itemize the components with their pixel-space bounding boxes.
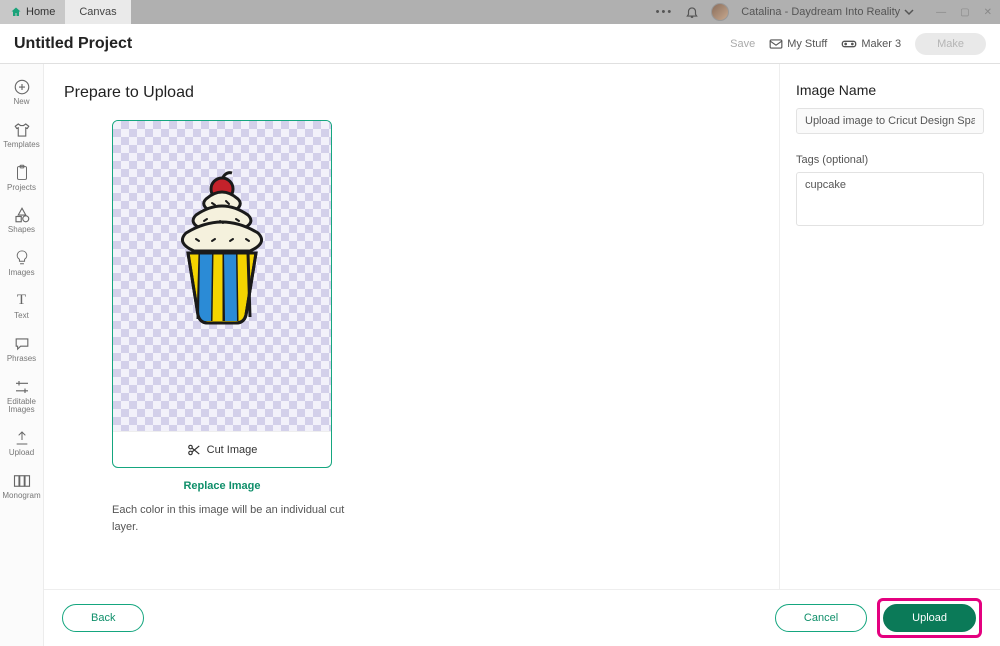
window-minimize-icon[interactable]: — xyxy=(936,7,946,18)
tab-home-label: Home xyxy=(26,6,55,18)
shapes-icon xyxy=(13,206,31,224)
cut-image-button[interactable]: Cut Image xyxy=(113,431,331,467)
save-button[interactable]: Save xyxy=(730,38,755,50)
project-title: Untitled Project xyxy=(14,35,132,53)
cancel-button[interactable]: Cancel xyxy=(775,604,867,632)
tags-input[interactable] xyxy=(796,172,984,226)
machine-icon xyxy=(841,38,857,50)
window-titlebar: Home Canvas ••• Catalina - Daydream Into… xyxy=(0,0,1000,24)
rail-phrases[interactable]: Phrases xyxy=(0,329,43,370)
sliders-icon xyxy=(13,378,31,396)
rail-upload[interactable]: Upload xyxy=(0,423,43,464)
machine-selector[interactable]: Maker 3 xyxy=(841,38,901,50)
user-label: Catalina - Daydream Into Reality xyxy=(741,6,900,18)
tab-home[interactable]: Home xyxy=(0,0,65,24)
tags-label: Tags (optional) xyxy=(796,154,984,166)
prepare-pane: Prepare to Upload xyxy=(44,64,780,589)
transparency-preview xyxy=(113,121,331,431)
rail-templates[interactable]: Templates xyxy=(0,115,43,156)
scissors-icon xyxy=(187,443,201,457)
page-heading: Prepare to Upload xyxy=(64,84,759,102)
footer-bar: Back Cancel Upload xyxy=(44,590,1000,646)
back-button[interactable]: Back xyxy=(62,604,144,632)
window-maximize-icon[interactable]: ▢ xyxy=(960,7,969,18)
chat-icon xyxy=(13,335,31,353)
more-icon[interactable]: ••• xyxy=(656,6,674,18)
rail-new[interactable]: New xyxy=(0,72,43,113)
make-button[interactable]: Make xyxy=(915,33,986,55)
upload-icon xyxy=(13,429,31,447)
mystuff-button[interactable]: My Stuff xyxy=(769,38,827,50)
image-name-input[interactable] xyxy=(796,108,984,134)
rail-images[interactable]: Images xyxy=(0,243,43,284)
replace-image-link[interactable]: Replace Image xyxy=(112,480,332,492)
upload-highlight: Upload xyxy=(877,598,982,638)
upload-button[interactable]: Upload xyxy=(883,604,976,632)
details-pane: Image Name Tags (optional) xyxy=(780,64,1000,589)
image-preview-card: Cut Image xyxy=(112,120,332,468)
tab-canvas-label: Canvas xyxy=(79,6,116,18)
bulb-icon xyxy=(13,249,31,267)
envelope-icon xyxy=(769,38,783,50)
tab-canvas[interactable]: Canvas xyxy=(65,0,130,24)
rail-text[interactable]: T Text xyxy=(0,286,43,327)
user-menu[interactable]: Catalina - Daydream Into Reality xyxy=(741,6,914,18)
avatar[interactable] xyxy=(711,3,729,21)
rail-editable-images[interactable]: Editable Images xyxy=(0,372,43,422)
rail-shapes[interactable]: Shapes xyxy=(0,200,43,241)
bell-icon[interactable] xyxy=(685,5,699,19)
chevron-down-icon xyxy=(904,7,914,17)
shirt-icon xyxy=(13,121,31,139)
tool-rail: New Templates Projects Shapes Images T T… xyxy=(0,64,44,646)
window-close-icon[interactable]: ✕ xyxy=(984,7,992,18)
layer-hint: Each color in this image will be an indi… xyxy=(112,502,372,535)
image-name-heading: Image Name xyxy=(796,82,984,98)
cupcake-image xyxy=(162,171,282,341)
rail-monogram[interactable]: Monogram xyxy=(0,466,43,507)
app-header: Untitled Project Save My Stuff Maker 3 M… xyxy=(0,24,1000,64)
rail-projects[interactable]: Projects xyxy=(0,158,43,199)
monogram-icon xyxy=(13,472,31,490)
clipboard-icon xyxy=(13,164,31,182)
text-icon: T xyxy=(13,292,31,310)
home-icon xyxy=(10,6,22,18)
plus-circle-icon xyxy=(13,78,31,96)
